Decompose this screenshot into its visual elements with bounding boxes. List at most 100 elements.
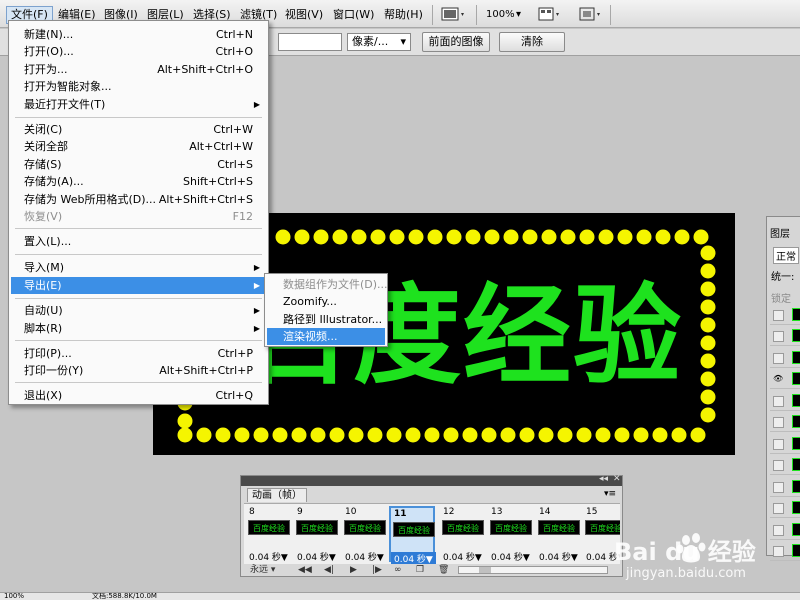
status-zoom[interactable]: 100%: [4, 593, 24, 600]
frame-delay[interactable]: 0.04 秒▼: [249, 550, 288, 563]
panel-menu-icon[interactable]: ▾≡: [604, 489, 616, 499]
layer-row[interactable]: [770, 455, 800, 475]
animation-frame[interactable]: 8 百度经验 0.04 秒▼: [246, 506, 292, 563]
eye-icon[interactable]: 👁: [773, 374, 784, 385]
submenu-item-zoomify[interactable]: Zoomify...: [267, 293, 385, 310]
submenu-item-layer-comps-to-files[interactable]: 数据组作为文件(D)...: [267, 276, 388, 293]
menu-item-automate[interactable]: 自动(U) ▶: [11, 302, 266, 319]
frame-delay[interactable]: 0.04 秒▼: [539, 550, 578, 563]
layer-row[interactable]: [770, 477, 800, 497]
menu-item-import[interactable]: 导入(M) ▶: [11, 259, 266, 276]
frame-delay[interactable]: 0.04 秒▼: [391, 552, 436, 564]
scrollbar-thumb[interactable]: [479, 567, 491, 573]
layer-thumbnail: [792, 501, 800, 514]
first-frame-icon[interactable]: ◀◀: [298, 564, 312, 576]
frame-delay[interactable]: 0.04 秒▼: [443, 550, 482, 563]
animation-frame[interactable]: 9 百度经验 0.04 秒▼: [294, 506, 340, 563]
frame-number: 13: [491, 507, 503, 517]
play-icon[interactable]: ▶: [350, 564, 357, 576]
menu-item-label: 打印一份(Y): [24, 364, 84, 377]
menu-item-save-as[interactable]: 存储为(A)... Shift+Ctrl+S: [11, 173, 266, 190]
animation-tab[interactable]: 动画（帧）: [247, 488, 307, 502]
zoom-level[interactable]: 100%: [486, 6, 515, 24]
visibility-toggle[interactable]: [773, 353, 784, 364]
visibility-toggle[interactable]: [773, 417, 784, 428]
collapse-icon[interactable]: ◂◂: [599, 474, 608, 484]
visibility-toggle[interactable]: [773, 331, 784, 342]
menu-item-shortcut: Shift+Ctrl+S: [183, 175, 253, 188]
close-icon[interactable]: ✕: [613, 474, 621, 484]
border-dot: [443, 427, 459, 443]
screen-mode-icon[interactable]: [578, 6, 602, 24]
chevron-down-icon[interactable]: ▾: [516, 6, 521, 24]
menu-item-open-as[interactable]: 打开为... Alt+Shift+Ctrl+O: [11, 61, 266, 78]
menu-item-scripts[interactable]: 脚本(R) ▶: [11, 320, 266, 337]
menu-window[interactable]: 窗口(W): [329, 6, 378, 24]
chevron-right-icon: ▶: [253, 306, 260, 315]
menu-item-print[interactable]: 打印(P)... Ctrl+P: [11, 345, 266, 362]
animation-frame[interactable]: 14 百度经验 0.04 秒▼: [536, 506, 582, 563]
menu-item-open-smart-object[interactable]: 打开为智能对象...: [11, 78, 266, 95]
layer-row[interactable]: [770, 305, 800, 325]
submenu-item-paths-to-illustrator[interactable]: 路径到 Illustrator...: [267, 311, 385, 328]
layer-row[interactable]: [770, 326, 800, 346]
menu-item-exit[interactable]: 退出(X) Ctrl+Q: [11, 387, 266, 404]
arrange-documents-icon[interactable]: [538, 6, 562, 24]
menu-view[interactable]: 视图(V): [281, 6, 327, 24]
visibility-toggle[interactable]: [773, 460, 784, 471]
frame-delay[interactable]: 0.04 秒▼: [491, 550, 530, 563]
duplicate-frame-icon[interactable]: ❐: [416, 564, 424, 576]
menu-item-export[interactable]: 导出(E) ▶: [11, 277, 266, 294]
visibility-toggle[interactable]: [773, 396, 784, 407]
menu-help[interactable]: 帮助(H): [380, 6, 427, 24]
menu-item-close-all[interactable]: 关闭全部 Alt+Ctrl+W: [11, 138, 266, 155]
visibility-toggle[interactable]: [773, 310, 784, 321]
resolution-input[interactable]: [278, 33, 342, 51]
tween-icon[interactable]: ∞: [394, 564, 402, 576]
border-dot: [700, 245, 716, 261]
menubar-separator: [432, 5, 433, 25]
clear-button[interactable]: 清除: [499, 32, 565, 52]
menu-item-label: 打开(O)...: [24, 45, 74, 58]
blend-mode-select[interactable]: 正常: [773, 247, 799, 264]
visibility-toggle[interactable]: [773, 503, 784, 514]
layers-tab[interactable]: 图层: [770, 225, 790, 240]
layer-row[interactable]: [770, 498, 800, 518]
film-icon[interactable]: [441, 6, 467, 24]
animation-frame[interactable]: 10 百度经验 0.04 秒▼: [342, 506, 388, 563]
visibility-toggle[interactable]: [773, 482, 784, 493]
menu-item-save-for-web[interactable]: 存储为 Web所用格式(D)... Alt+Shift+Ctrl+S: [11, 191, 266, 208]
menu-item-close[interactable]: 关闭(C) Ctrl+W: [11, 121, 266, 138]
previous-frame-icon[interactable]: ◀|: [324, 564, 334, 576]
frame-delay[interactable]: 0.04 秒▼: [297, 550, 336, 563]
resolution-unit-select[interactable]: 像素/... ▾: [347, 33, 411, 51]
loop-select[interactable]: 永远 ▾: [250, 564, 275, 576]
menu-item-new[interactable]: 新建(N)... Ctrl+N: [11, 26, 266, 43]
layer-row[interactable]: [770, 434, 800, 454]
menu-item-revert[interactable]: 恢复(V) F12: [11, 208, 266, 225]
layer-row[interactable]: [770, 348, 800, 368]
frame-delay[interactable]: 0.04 秒▼: [345, 550, 384, 563]
frame-scrollbar[interactable]: [458, 566, 608, 574]
border-dot: [313, 229, 329, 245]
menu-separator: [15, 117, 262, 118]
menu-item-print-one-copy[interactable]: 打印一份(Y) Alt+Shift+Ctrl+P: [11, 362, 266, 379]
visibility-toggle[interactable]: [773, 439, 784, 450]
front-image-button[interactable]: 前面的图像: [422, 32, 490, 52]
layer-row[interactable]: [770, 412, 800, 432]
menu-item-save[interactable]: 存储(S) Ctrl+S: [11, 156, 266, 173]
layer-row[interactable]: [770, 391, 800, 411]
animation-frame[interactable]: 12 百度经验 0.04 秒▼: [440, 506, 486, 563]
menu-item-open[interactable]: 打开(O)... Ctrl+O: [11, 43, 266, 60]
animation-frame-selected[interactable]: 11 百度经验 0.04 秒▼: [389, 506, 436, 564]
delete-frame-icon[interactable]: 🗑: [438, 564, 449, 576]
menu-item-place[interactable]: 置入(L)...: [11, 233, 266, 250]
border-dot: [481, 427, 497, 443]
menu-item-recent-files[interactable]: 最近打开文件(T) ▶: [11, 96, 266, 113]
border-dot: [655, 229, 671, 245]
layer-row[interactable]: 👁: [770, 369, 800, 389]
submenu-item-render-video[interactable]: 渲染视频...: [267, 328, 385, 345]
next-frame-icon[interactable]: |▶: [372, 564, 382, 576]
border-dot: [690, 427, 706, 443]
animation-frame[interactable]: 13 百度经验 0.04 秒▼: [488, 506, 534, 563]
